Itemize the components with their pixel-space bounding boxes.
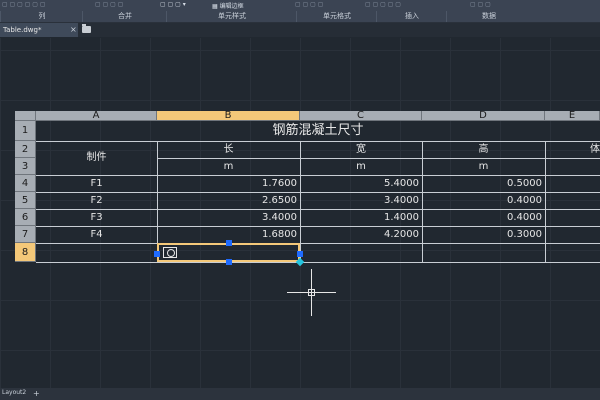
grip-right[interactable] (297, 251, 303, 257)
table-cell-a7[interactable]: F4 (36, 226, 157, 243)
ribbon-top-text-5[interactable]: ▢ ▢ ▢ ▢ ▢ (365, 1, 465, 8)
grip-top[interactable] (226, 240, 232, 246)
edit-border-label: 编辑边框 (219, 3, 244, 10)
grip-left[interactable] (154, 251, 160, 257)
status-bar: Layout2 + (0, 388, 600, 400)
col-header-e[interactable]: E (545, 111, 600, 121)
table-cell-b5[interactable]: 2.6500 (157, 192, 300, 209)
row-header-2[interactable]: 2 (15, 141, 36, 158)
ribbon-top-text-6[interactable]: ▢ ▢ ▢ (470, 1, 530, 8)
ribbon-top-text-4[interactable]: ▢ ▢ ▢ ▢ (295, 1, 355, 8)
layout-tab[interactable]: Layout2 (2, 389, 26, 396)
ribbon: ▢ ▢ ▢ ▢ ▢ ▢ ▢ ▢ ▢ ▢ ▢ ▢ ▢ ▾ ▦ 编辑边框 ▢ ▢ ▢… (0, 0, 600, 23)
ribbon-group-insert[interactable]: 插入 (376, 11, 447, 22)
border-icon: ▦ (212, 3, 218, 10)
ribbon-group-cell-format[interactable]: 单元格式 (296, 11, 377, 22)
table-cell-b4[interactable]: 1.7600 (157, 175, 300, 192)
unit-length[interactable]: m (157, 158, 300, 175)
header-height[interactable]: 高 (422, 141, 545, 158)
product-label[interactable]: 制件 (36, 141, 157, 175)
table-cell-b6[interactable]: 3.4000 (157, 209, 300, 226)
row-header-7[interactable]: 7 (15, 226, 36, 243)
cell-field-icon[interactable] (163, 247, 177, 258)
row-header-6[interactable]: 6 (15, 209, 36, 226)
ribbon-group-data[interactable]: 数据 (446, 11, 531, 22)
row-header-8[interactable]: 8 (15, 243, 36, 262)
table-cell-c5[interactable]: 3.4000 (300, 192, 422, 209)
table-cell-a5[interactable]: F2 (36, 192, 157, 209)
col-header-b[interactable]: B (157, 111, 300, 121)
table-cell-c7[interactable]: 4.2000 (300, 226, 422, 243)
table-cell-a6[interactable]: F3 (36, 209, 157, 226)
grip-bottom[interactable] (226, 259, 232, 265)
unit-height[interactable]: m (422, 158, 545, 175)
cell-field-icon-circle (167, 249, 175, 257)
grid-line (36, 262, 600, 263)
folder-icon[interactable] (82, 24, 91, 33)
table-cell-d6[interactable]: 0.4000 (422, 209, 545, 226)
table-title[interactable]: 钢筋混凝土尺寸 (36, 121, 600, 141)
header-length[interactable]: 长 (157, 141, 300, 158)
table-corner[interactable] (15, 111, 36, 121)
crosshair-box (308, 289, 315, 296)
close-icon[interactable]: × (70, 23, 77, 37)
header-width[interactable]: 宽 (300, 141, 422, 158)
col-header-a[interactable]: A (36, 111, 157, 121)
ribbon-group-cell-style[interactable]: 单元样式 (166, 11, 297, 22)
file-tab-table[interactable]: Table.dwg* (0, 23, 78, 37)
ribbon-group-column[interactable]: 列 (0, 11, 83, 22)
table-cell-c4[interactable]: 5.4000 (300, 175, 422, 192)
grid-line (36, 243, 600, 244)
table-cell-d7[interactable]: 0.3000 (422, 226, 545, 243)
ribbon-group-merge[interactable]: 合并 (82, 11, 167, 22)
ribbon-top-text-1[interactable]: ▢ ▢ ▢ ▢ ▢ ▢ (2, 1, 82, 8)
header-volume[interactable]: 体 (590, 141, 600, 158)
row-header-3[interactable]: 3 (15, 158, 36, 175)
edit-border-button[interactable]: ▦ 编辑边框 (212, 1, 260, 10)
file-tab-label: Table.dwg* (3, 26, 42, 34)
row-header-5[interactable]: 5 (15, 192, 36, 209)
table-cell-a4[interactable]: F1 (36, 175, 157, 192)
add-layout-icon[interactable]: + (33, 388, 40, 400)
grid-line (545, 141, 546, 262)
row-header-4[interactable]: 4 (15, 175, 36, 192)
col-header-c[interactable]: C (300, 111, 422, 121)
table-cell-c6[interactable]: 1.4000 (300, 209, 422, 226)
ribbon-top-text-3[interactable]: ▢ ▢ ▢ ▾ (160, 1, 210, 8)
file-tab-bar: Table.dwg* × (0, 23, 600, 37)
unit-width[interactable]: m (300, 158, 422, 175)
ribbon-top-text-2[interactable]: ▢ ▢ ▢ ▢ (95, 1, 155, 8)
table-cell-d4[interactable]: 0.5000 (422, 175, 545, 192)
row-header-1[interactable]: 1 (15, 121, 36, 141)
col-header-d[interactable]: D (422, 111, 545, 121)
table-cell-d5[interactable]: 0.4000 (422, 192, 545, 209)
